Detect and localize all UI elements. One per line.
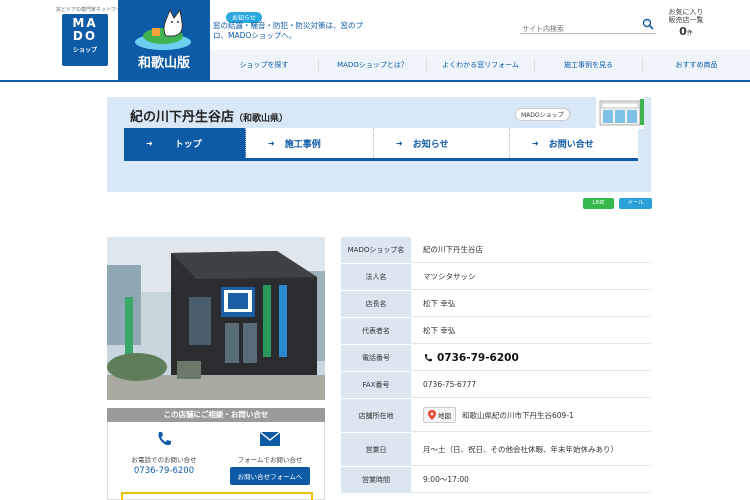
map-button[interactable]: 地図 (423, 407, 456, 423)
page: 窓とドアの専門家ネットワーク MADO ショップ 和歌山版 お知らせ 窓の結露・… (0, 0, 750, 500)
shop-phone[interactable]: 0736-79-6200 (437, 352, 519, 364)
tab-label: お知らせ (412, 139, 449, 150)
map-label: 地図 (438, 412, 451, 420)
store-illustration-icon (596, 97, 644, 129)
search-icon[interactable] (642, 18, 654, 30)
logo-sub: ショップ (72, 47, 97, 54)
search-input[interactable] (520, 21, 632, 38)
contact-phone[interactable]: お電話でのお問い合せ 0736-79-6200 (112, 430, 216, 476)
nav-divider (0, 80, 750, 82)
row-key: 店長名 (341, 291, 411, 317)
row-value: 松下 幸弘 (411, 291, 651, 317)
table-row: 営業時間 9:00～17:00 (341, 467, 651, 494)
favorites-unit: 件 (686, 30, 693, 37)
table-row: 法人名 マツシタサッシ (341, 264, 651, 291)
row-value: 0736-75-6777 (411, 372, 651, 398)
favorites-label: お気に入り 販売店一覧 (668, 8, 704, 24)
arrow-right-icon: ➜ (396, 138, 403, 148)
row-value: 地図 和歌山県紀の川市下丹生谷609-1 (411, 399, 651, 432)
row-value: 松下 幸弘 (411, 318, 651, 344)
shop-pref: （和歌山県） (234, 114, 289, 124)
shop-name: 紀の川下丹生谷店 (130, 110, 235, 125)
nav-about[interactable]: MADOショップとは？ (318, 58, 426, 72)
tab-label: 施工事例 (284, 139, 321, 150)
row-key: MADOショップ名 (341, 237, 411, 263)
mado-logo[interactable]: 窓とドアの専門家ネットワーク MADO ショップ (56, 6, 126, 72)
nav-reform[interactable]: よくわかる窓リフォーム (426, 58, 534, 72)
row-key: 店舗所在地 (341, 399, 411, 432)
region-name: 和歌山版 (137, 56, 190, 71)
phone-label: お電話でのお問い合せ (131, 456, 197, 464)
site-search (520, 16, 656, 38)
row-key: 営業時間 (341, 467, 411, 493)
row-key: FAX番号 (341, 372, 411, 398)
shop-photo (107, 237, 325, 400)
map-pin-icon (428, 410, 436, 420)
table-row: FAX番号 0736-75-6777 (341, 372, 651, 399)
logo-mark: MADO ショップ (62, 14, 108, 66)
phone-icon (158, 432, 171, 446)
address: 和歌山県紀の川市下丹生谷609-1 (462, 410, 574, 420)
table-row: 店長名 松下 幸弘 (341, 291, 651, 318)
tab-label: お問い合せ (548, 139, 594, 150)
tabs-underline (124, 158, 638, 161)
global-nav: ショップを探す MADOショップとは？ よくわかる窓リフォーム 施工事例を見る … (210, 58, 750, 72)
mado-tag: MADOショップ (515, 108, 570, 121)
row-value: 0736-79-6200 (411, 345, 651, 371)
favorites[interactable]: お気に入り 販売店一覧 0件 (662, 8, 710, 38)
form-label: フォームでお問い合せ (237, 456, 303, 464)
row-value: 月～土（日、祝日、その他会社休暇、年末年始休みあり） (411, 433, 651, 466)
shop-title: 紀の川下丹生谷店（和歌山県） (130, 106, 288, 125)
nav-cases[interactable]: 施工事例を見る (534, 58, 642, 72)
contact-bar: この店舗にご相談・お問い合せ (107, 408, 325, 422)
mail-icon (259, 431, 281, 446)
table-row: 営業日 月～土（日、祝日、その他会社休暇、年末年始休みあり） (341, 433, 651, 467)
contact-form-button[interactable]: お問い合せフォームへ (229, 467, 311, 485)
arrow-right-icon: ➜ (268, 138, 275, 148)
yellow-banner-edge (121, 492, 313, 500)
notice-text: 窓の結露・騒音・防犯・防災対策は、窓のプロ、MADOショップへ。 (213, 21, 363, 40)
phone-number[interactable]: 0736-79-6200 (112, 466, 216, 476)
share-line-button[interactable]: LINE (583, 198, 614, 209)
favorites-count: 0 (679, 25, 687, 38)
nav-products[interactable]: おすすめ商品 (642, 58, 750, 72)
row-value: マツシタサッシ (411, 264, 651, 290)
shop-header: 紀の川下丹生谷店（和歌山県） MADOショップ ➜ トップ ➜ 施工事例 ➜ お… (107, 97, 651, 192)
shop-tabs: ➜ トップ ➜ 施工事例 ➜ お知らせ ➜ お問い合せ (124, 128, 638, 158)
favorites-count-wrap: 0件 (662, 25, 710, 38)
row-value: 9:00～17:00 (411, 467, 651, 493)
contact-box: お電話でのお問い合せ 0736-79-6200 フォームでお問い合せ お問い合せ… (107, 422, 325, 500)
nav-find-shop[interactable]: ショップを探す (210, 58, 318, 72)
logo-tagline: 窓とドアの専門家ネットワーク (56, 7, 127, 13)
share-mail-button[interactable]: メール (619, 198, 652, 209)
row-key: 営業日 (341, 433, 411, 466)
row-key: 法人名 (341, 264, 411, 290)
shop-info-table: MADOショップ名 紀の川下丹生谷店 法人名 マツシタサッシ 店長名 松下 幸弘… (341, 237, 651, 494)
tab-label: トップ (174, 139, 202, 150)
table-row: 店舗所在地 地図 和歌山県紀の川市下丹生谷609-1 (341, 399, 651, 433)
contact-form: フォームでお問い合せ お問い合せフォームへ (218, 430, 322, 485)
cat-mascot-icon (135, 8, 191, 50)
table-row: 代表者名 松下 幸弘 (341, 318, 651, 345)
tab-top[interactable]: ➜ トップ (124, 128, 246, 158)
tab-cases[interactable]: ➜ 施工事例 (246, 128, 374, 158)
arrow-right-icon: ➜ (146, 138, 153, 148)
tab-contact[interactable]: ➜ お問い合せ (510, 128, 638, 158)
phone-icon (424, 353, 432, 361)
logo-text: MADO (72, 16, 98, 43)
table-row: MADOショップ名 紀の川下丹生谷店 (341, 237, 651, 264)
arrow-right-icon: ➜ (532, 138, 539, 148)
row-key: 代表者名 (341, 318, 411, 344)
region-block[interactable]: 和歌山版 (118, 0, 210, 82)
table-row: 電話番号 0736-79-6200 (341, 345, 651, 372)
row-value: 紀の川下丹生谷店 (411, 237, 651, 263)
tab-news[interactable]: ➜ お知らせ (374, 128, 510, 158)
row-key: 電話番号 (341, 345, 411, 371)
